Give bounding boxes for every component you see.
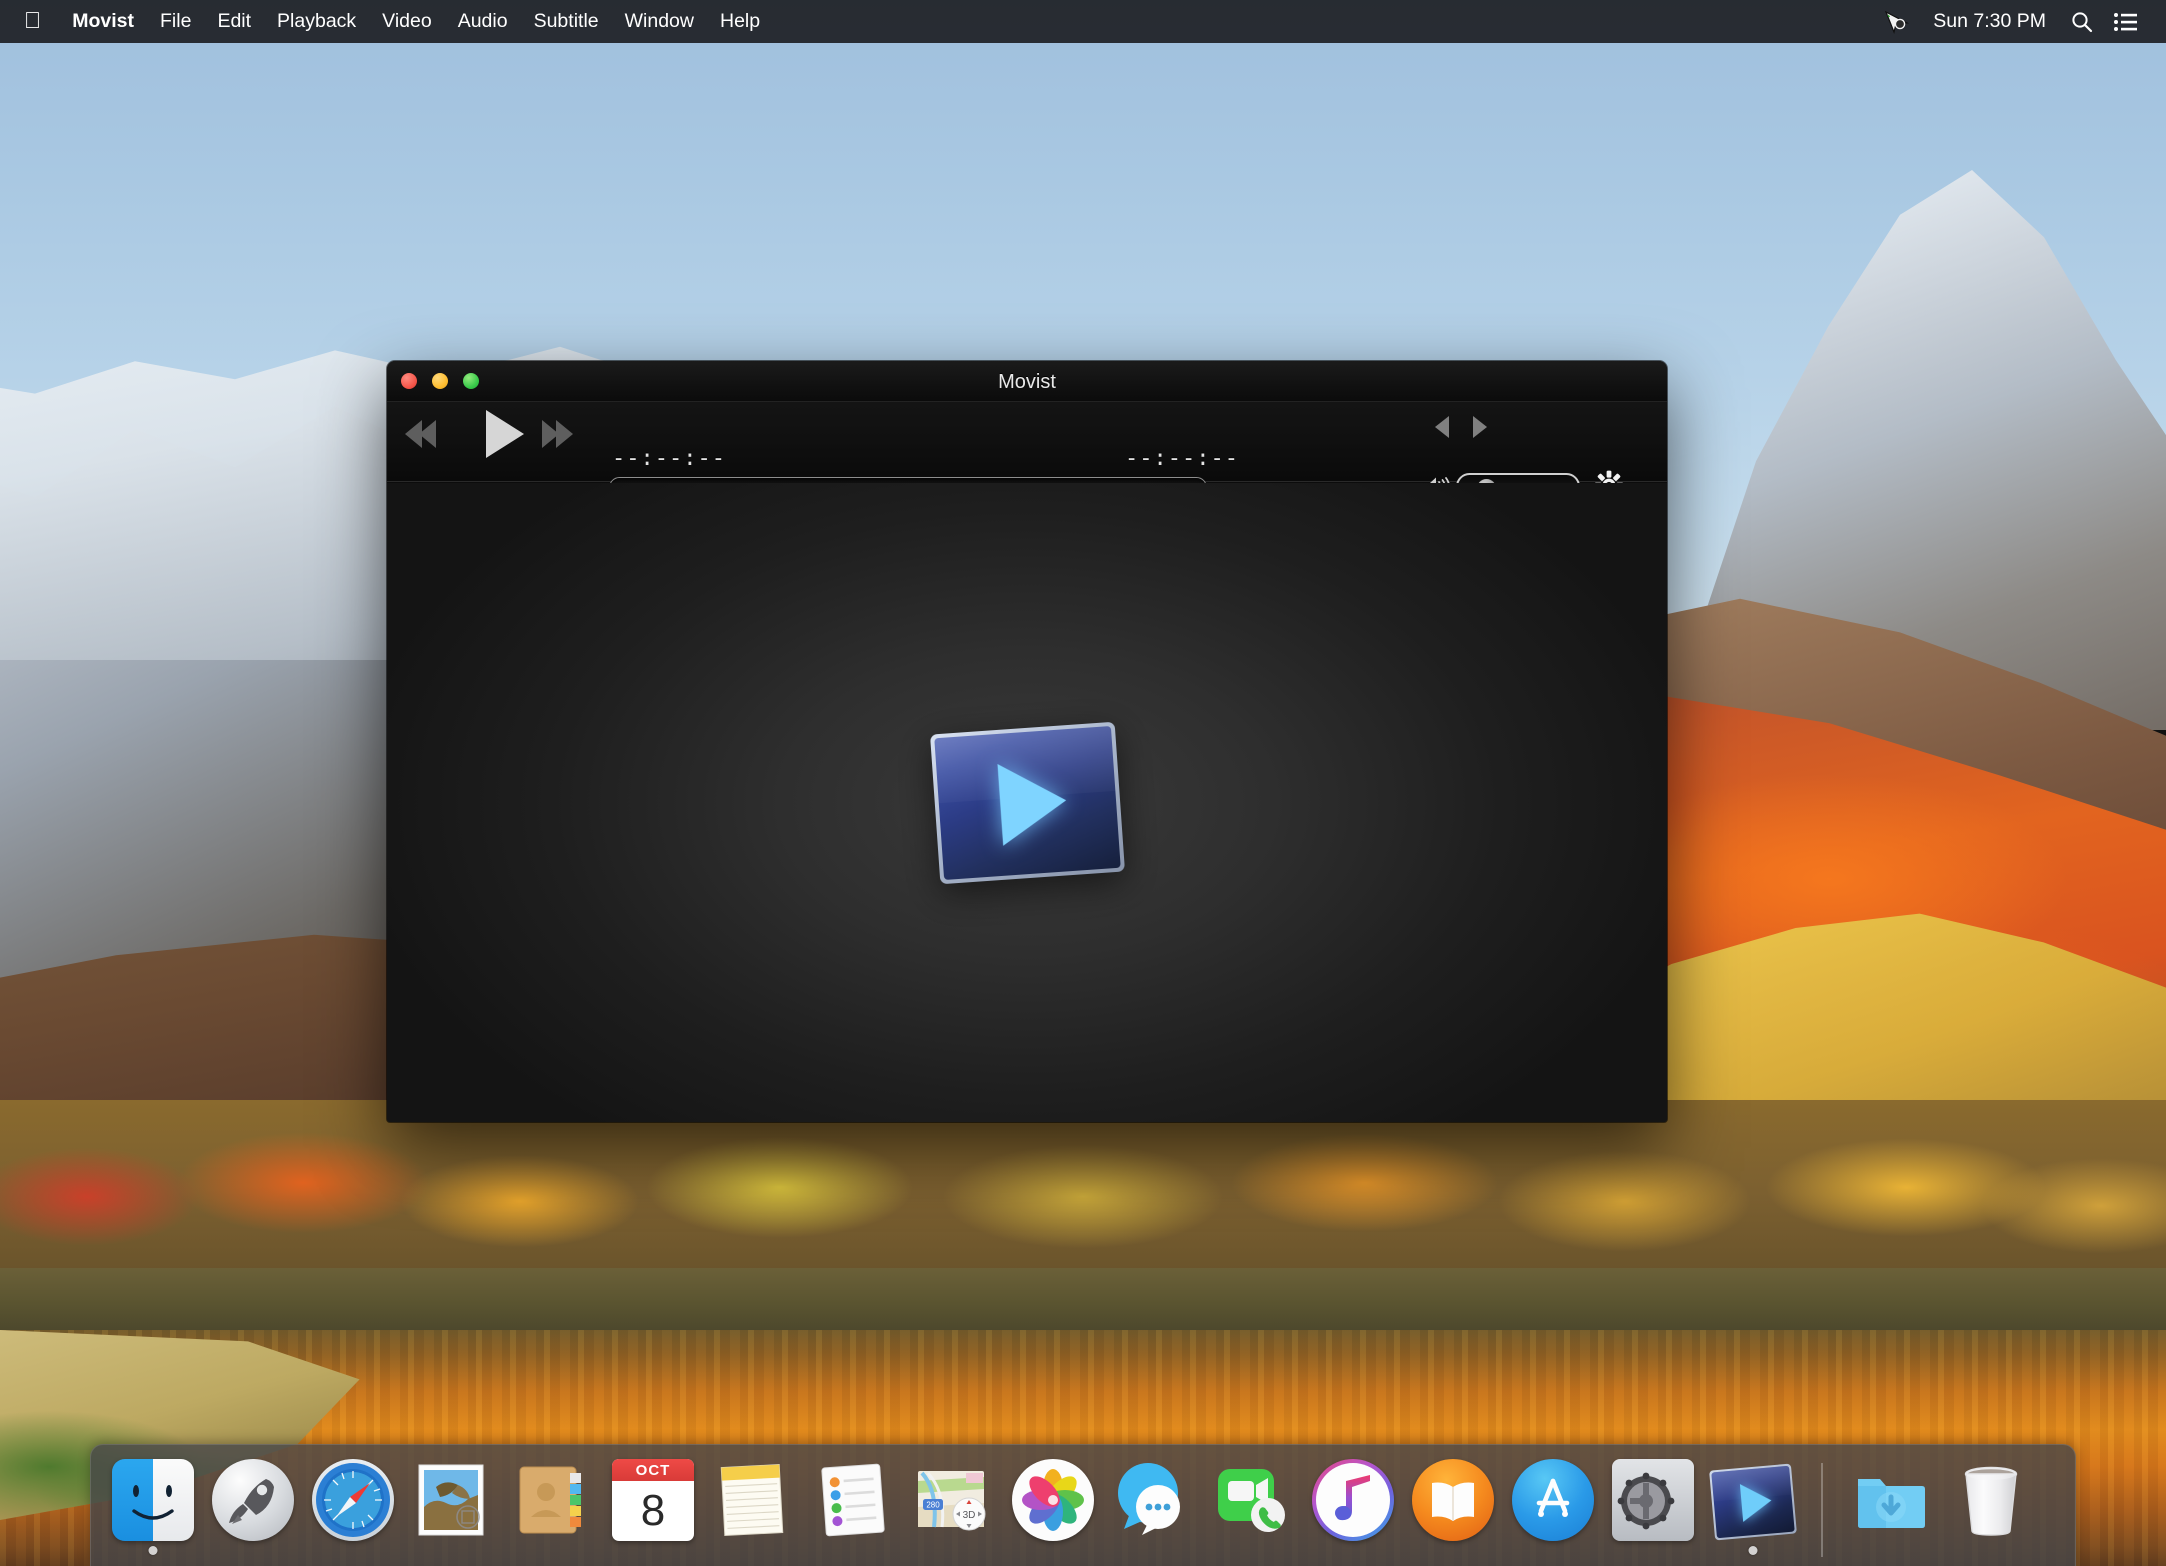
facetime-icon (1212, 1459, 1294, 1541)
search-icon[interactable] (2060, 10, 2104, 34)
dock-item-messages[interactable] (1105, 1455, 1201, 1563)
menu-item-movist[interactable]: Movist (59, 10, 147, 33)
menu-item-audio[interactable]: Audio (445, 10, 521, 33)
movist-window[interactable]: Movist --:--:-- --:--:-- (387, 361, 1667, 1122)
dock-item-reminders[interactable] (805, 1455, 901, 1563)
launchpad-icon (212, 1459, 294, 1541)
dock-item-safari[interactable] (305, 1455, 401, 1563)
apple-logo-icon[interactable]:  (0, 9, 59, 32)
control-center-icon[interactable] (2104, 12, 2148, 32)
dock-item-finder[interactable] (105, 1455, 201, 1563)
contacts-icon (512, 1459, 594, 1541)
dock-item-itunes[interactable] (1305, 1455, 1401, 1563)
menu-item-file[interactable]: File (147, 10, 204, 33)
app-store-icon (1512, 1459, 1594, 1541)
maps-icon: 280 3D (912, 1459, 994, 1541)
movist-logo-body (933, 725, 1121, 880)
itunes-icon (1312, 1459, 1394, 1541)
dock-item-movist[interactable] (1705, 1455, 1801, 1563)
menu-bar:  Movist File Edit Playback Video Audio … (0, 0, 2166, 43)
mail-icon (412, 1459, 494, 1541)
movist-logo-play-icon (996, 758, 1069, 846)
system-preferences-icon (1612, 1459, 1694, 1541)
downloads-folder-icon (1850, 1459, 1932, 1541)
movist-logo-frame (929, 721, 1125, 884)
finder-icon (112, 1459, 194, 1541)
maps-route-badge: 280 (926, 1501, 940, 1510)
calendar-day: 8 (640, 1486, 666, 1535)
video-canvas[interactable] (387, 483, 1667, 1122)
dock-item-calendar[interactable]: OCT 8 (605, 1455, 701, 1563)
rewind-button[interactable] (405, 420, 436, 448)
dock-item-photos[interactable] (1005, 1455, 1101, 1563)
running-indicator (1748, 1546, 1758, 1555)
dock-item-ibooks[interactable] (1405, 1455, 1501, 1563)
reminders-icon (812, 1459, 894, 1541)
safari-icon (312, 1459, 394, 1541)
dock-item-facetime[interactable] (1205, 1455, 1301, 1563)
total-time-display: --:--:-- (1125, 446, 1239, 471)
previous-button[interactable] (1435, 416, 1449, 438)
play-button[interactable] (486, 410, 524, 458)
dock-separator (1821, 1463, 1823, 1557)
menu-item-subtitle[interactable]: Subtitle (521, 10, 612, 33)
menu-item-video[interactable]: Video (369, 10, 445, 33)
calendar-month: OCT (612, 1459, 694, 1481)
dock-item-app-store[interactable] (1505, 1455, 1601, 1563)
dock-item-mail[interactable] (405, 1455, 501, 1563)
next-triangle-icon (1473, 416, 1487, 438)
notes-icon (712, 1459, 794, 1541)
window-titlebar[interactable]: Movist (387, 361, 1667, 402)
menu-item-playback[interactable]: Playback (264, 10, 369, 33)
dock: OCT 8 280 3D (90, 1444, 2076, 1566)
menu-item-window[interactable]: Window (612, 10, 707, 33)
ibooks-icon (1412, 1459, 1494, 1541)
player-toolbar: --:--:-- --:--:-- (387, 402, 1667, 500)
photos-icon (1012, 1459, 1094, 1541)
calendar-icon: OCT 8 (612, 1459, 694, 1541)
trash-icon (1950, 1459, 2032, 1541)
movist-dock-icon (1709, 1459, 1797, 1541)
fast-forward-triangle-icon (556, 420, 573, 448)
fast-forward-button[interactable] (542, 420, 573, 448)
menu-item-edit[interactable]: Edit (204, 10, 264, 33)
dock-item-contacts[interactable] (505, 1455, 601, 1563)
maps-mode-badge: 3D (963, 1510, 976, 1521)
window-title: Movist (998, 371, 1056, 393)
previous-triangle-icon (1435, 416, 1449, 438)
current-time-display: --:--:-- (612, 446, 726, 471)
menu-bar-clock[interactable]: Sun 7:30 PM (1919, 10, 2060, 33)
dock-item-downloads-folder[interactable] (1843, 1455, 1939, 1563)
dock-item-maps[interactable]: 280 3D (905, 1455, 1001, 1563)
movist-logo (929, 721, 1125, 884)
menu-item-help[interactable]: Help (707, 10, 773, 33)
messages-icon (1112, 1459, 1194, 1541)
rewind-triangle-icon (419, 420, 436, 448)
menu-bar-status-area: Sun 7:30 PM (1875, 10, 2166, 34)
dock-item-notes[interactable] (705, 1455, 801, 1563)
dock-item-system-preferences[interactable] (1605, 1455, 1701, 1563)
airplay-cursor-icon[interactable] (1875, 10, 1919, 34)
dock-items: OCT 8 280 3D (91, 1445, 2051, 1563)
running-indicator (148, 1546, 158, 1555)
dock-item-trash[interactable] (1943, 1455, 2039, 1563)
next-button[interactable] (1473, 416, 1487, 438)
dock-item-launchpad[interactable] (205, 1455, 301, 1563)
